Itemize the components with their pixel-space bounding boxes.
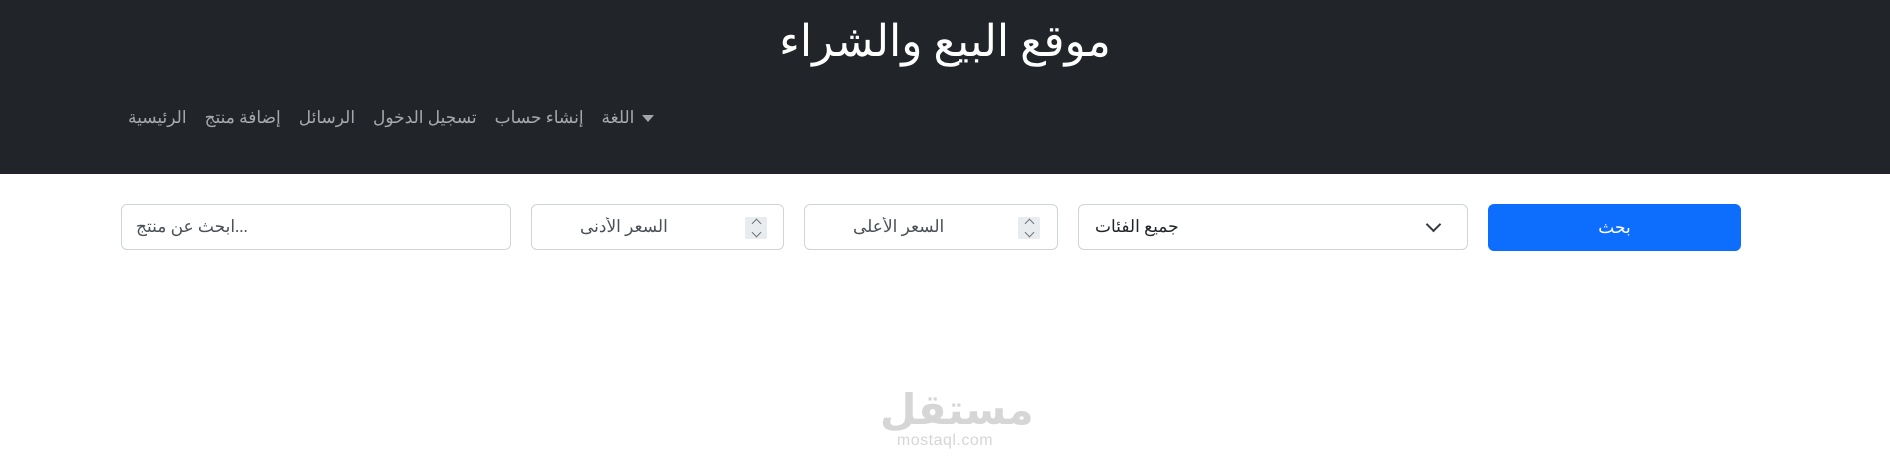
search-bar: جميع الفئات بحث bbox=[0, 204, 1890, 252]
site-title: موقع البيع والشراء bbox=[779, 17, 1111, 66]
product-search-input[interactable] bbox=[122, 205, 510, 249]
nav-language-dropdown[interactable]: اللغة bbox=[602, 108, 655, 128]
max-price-stepper[interactable] bbox=[1018, 217, 1040, 239]
caret-down-icon bbox=[642, 114, 655, 122]
nav-login-link[interactable]: تسجيل الدخول bbox=[373, 108, 477, 128]
min-price-stepper[interactable] bbox=[745, 217, 767, 239]
stepper-down-icon[interactable] bbox=[751, 227, 761, 238]
watermark-logo-text: مستقل bbox=[880, 385, 1034, 434]
category-select[interactable]: جميع الفئات bbox=[1078, 204, 1468, 250]
nav-home-link[interactable]: الرئيسية bbox=[128, 108, 187, 128]
mostaql-watermark: مستقل mostaql.com bbox=[880, 385, 1034, 450]
top-navbar: موقع البيع والشراء الرئيسية إضافة منتج ا… bbox=[0, 0, 1890, 174]
category-selected-value: جميع الفئات bbox=[1095, 217, 1179, 236]
watermark-domain-text: mostaql.com bbox=[896, 432, 994, 449]
max-price-field bbox=[804, 204, 1058, 250]
nav-register-link[interactable]: إنشاء حساب bbox=[495, 108, 584, 128]
search-button[interactable]: بحث bbox=[1488, 204, 1741, 251]
product-search-field bbox=[121, 204, 511, 250]
stepper-down-icon[interactable] bbox=[1024, 227, 1034, 238]
min-price-field bbox=[531, 204, 784, 250]
chevron-down-icon bbox=[1425, 216, 1442, 233]
nav-add-product-link[interactable]: إضافة منتج bbox=[205, 108, 281, 128]
nav-links: الرئيسية إضافة منتج الرسائل تسجيل الدخول… bbox=[128, 106, 655, 130]
nav-messages-link[interactable]: الرسائل bbox=[299, 108, 355, 128]
nav-language-label: اللغة bbox=[601, 108, 635, 127]
